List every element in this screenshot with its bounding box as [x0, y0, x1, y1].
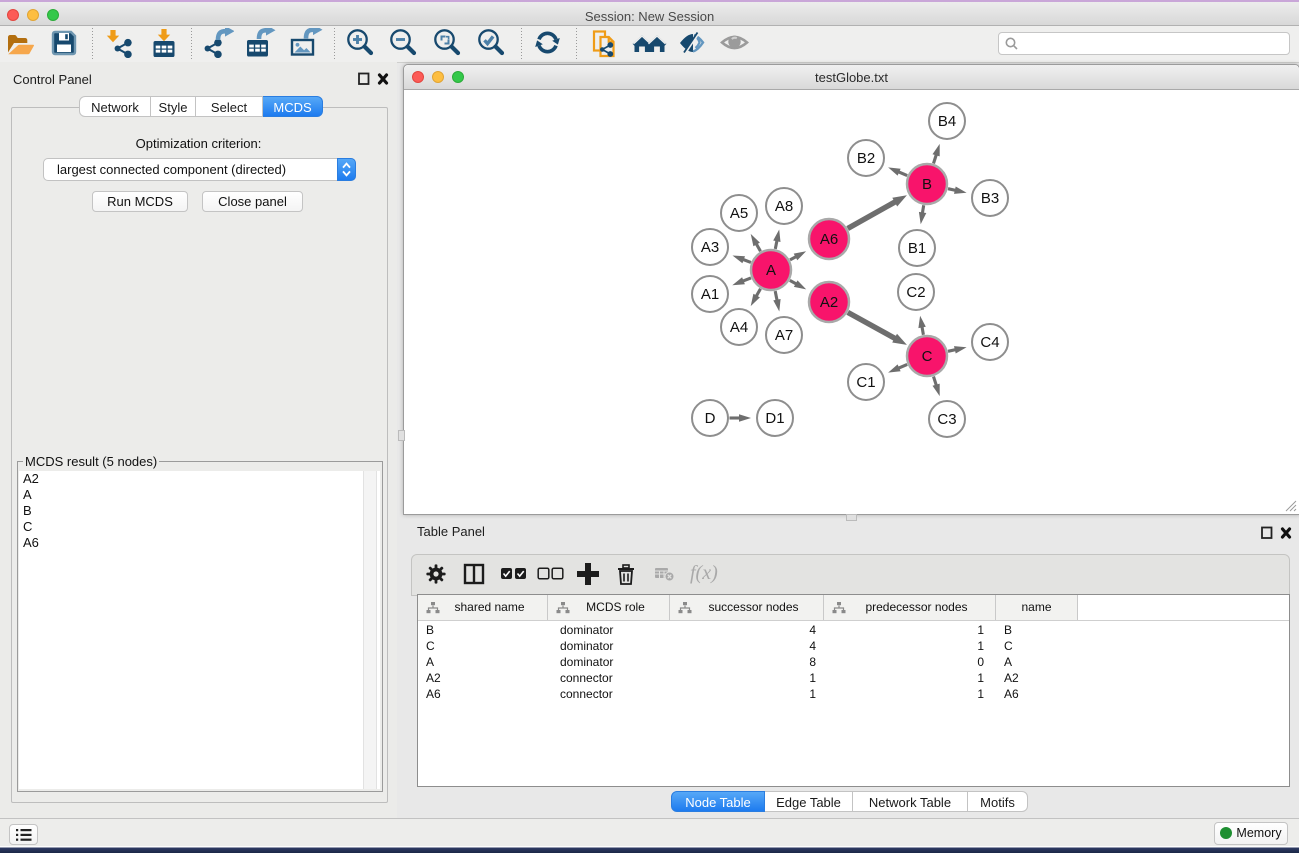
- svg-text:A2: A2: [820, 294, 838, 311]
- svg-text:C1: C1: [856, 374, 875, 391]
- svg-text:A6: A6: [820, 231, 838, 248]
- svg-text:f(x): f(x): [690, 562, 718, 584]
- svg-text:A4: A4: [730, 319, 748, 336]
- svg-text:C: C: [922, 348, 933, 365]
- svg-text:D: D: [705, 410, 716, 427]
- svg-text:A7: A7: [775, 327, 793, 344]
- svg-text:A5: A5: [730, 205, 748, 222]
- svg-text:A1: A1: [701, 286, 719, 303]
- svg-text:B3: B3: [981, 190, 999, 207]
- svg-text:A3: A3: [701, 239, 719, 256]
- svg-text:D1: D1: [765, 410, 784, 427]
- svg-text:C3: C3: [937, 411, 956, 428]
- svg-text:A8: A8: [775, 198, 793, 215]
- svg-text:C4: C4: [980, 334, 999, 351]
- svg-text:A: A: [766, 262, 776, 279]
- svg-text:B2: B2: [857, 150, 875, 167]
- svg-text:B1: B1: [908, 240, 926, 257]
- svg-text:B4: B4: [938, 113, 956, 130]
- svg-text:B: B: [922, 176, 932, 193]
- svg-text:C2: C2: [906, 284, 925, 301]
